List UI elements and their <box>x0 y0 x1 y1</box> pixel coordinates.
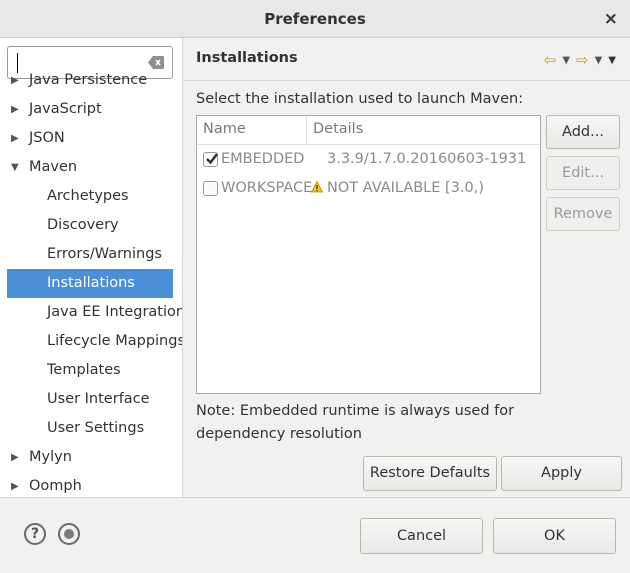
tree-item-label: JavaScript <box>29 101 102 117</box>
dialog-footer: ? Cancel OK <box>0 497 630 573</box>
chevron-right-icon[interactable]: ▶ <box>11 443 21 472</box>
tree-item-label: Discovery <box>47 217 119 233</box>
tree-item[interactable]: Installations <box>7 269 173 298</box>
warning-icon <box>311 181 323 193</box>
column-header-details[interactable]: Details <box>313 121 363 137</box>
table-row[interactable]: EMBEDDED 3.3.9/1.7.0.20160603-1931 <box>197 146 540 175</box>
chevron-right-icon[interactable]: ▶ <box>11 124 21 153</box>
remove-button[interactable]: Remove <box>546 197 620 231</box>
column-header-name[interactable]: Name <box>203 121 246 137</box>
installation-name: EMBEDDED <box>221 151 305 167</box>
installation-details: 3.3.9/1.7.0.20160603-1931 <box>327 151 527 167</box>
record-icon[interactable] <box>58 523 80 545</box>
row-checkbox[interactable] <box>203 152 218 167</box>
tree-item-label: User Settings <box>47 420 145 436</box>
edit-button[interactable]: Edit... <box>546 156 620 190</box>
title-bar: Preferences × <box>0 0 630 38</box>
apply-button[interactable]: Apply <box>501 456 622 491</box>
tree-item-label: Archetypes <box>47 188 129 204</box>
tree-item[interactable]: ▶ JSON <box>0 124 182 153</box>
chevron-down-icon[interactable]: ▼ <box>562 55 570 66</box>
tree-item[interactable]: ▶ Java Persistence <box>0 66 182 95</box>
tree-item[interactable]: User Settings <box>0 414 182 443</box>
table-header: Name Details <box>197 116 540 145</box>
check-icon <box>206 153 218 165</box>
chevron-right-icon[interactable]: ▶ <box>11 472 21 497</box>
installation-name: WORKSPACE <box>221 180 313 196</box>
preferences-tree-pane: ▶ Java Persistence ▶ JavaScript ▶ JSON ▼ Maven A… <box>0 38 183 497</box>
tree-item[interactable]: Errors/Warnings <box>0 240 182 269</box>
section-label: Select the installation used to launch M… <box>196 91 524 107</box>
arrow-right-icon[interactable]: ⇨ <box>576 51 589 69</box>
row-checkbox[interactable] <box>203 181 218 196</box>
installation-details: NOT AVAILABLE [3.0,) <box>327 180 485 196</box>
chevron-down-icon[interactable]: ▼ <box>11 153 21 182</box>
tree-item[interactable]: ▶ JavaScript <box>0 95 182 124</box>
preference-page: Installations ⇦ ▼ ⇨ ▼ ▼ Select the insta… <box>184 38 630 497</box>
tree-item-label: Lifecycle Mappings <box>47 333 183 349</box>
page-title: Installations <box>196 50 298 66</box>
installations-table: Name Details EMBEDDED 3.3.9/1.7.0.201606… <box>196 115 541 394</box>
tree-item-label: Errors/Warnings <box>47 246 162 262</box>
tree-item[interactable]: ▼ Maven <box>0 153 182 182</box>
window-title: Preferences <box>264 10 366 28</box>
chevron-down-icon[interactable]: ▼ <box>595 55 603 66</box>
restore-defaults-button[interactable]: Restore Defaults <box>363 456 497 491</box>
history-nav: ⇦ ▼ ⇨ ▼ ▼ <box>544 51 616 69</box>
tree-item-label: Mylyn <box>29 449 72 465</box>
tree-item-label: User Interface <box>47 391 150 407</box>
add-button[interactable]: Add... <box>546 115 620 149</box>
chevron-right-icon[interactable]: ▶ <box>11 66 21 95</box>
help-icon[interactable]: ? <box>24 523 46 545</box>
tree-item-label: Java Persistence <box>29 72 148 88</box>
tree-item[interactable]: ▶ Oomph <box>0 472 182 497</box>
tree-item[interactable]: Archetypes <box>0 182 182 211</box>
close-icon[interactable]: × <box>604 9 618 29</box>
tree-item[interactable]: Java EE Integration <box>0 298 183 327</box>
tree-item[interactable]: Templates <box>0 356 182 385</box>
arrow-left-icon[interactable]: ⇦ <box>544 51 557 69</box>
view-menu-icon[interactable]: ▼ <box>608 55 616 66</box>
embedded-note: Note: Embedded runtime is always used fo… <box>196 403 515 442</box>
column-divider[interactable] <box>306 116 307 145</box>
cancel-button[interactable]: Cancel <box>360 518 483 554</box>
tree-item[interactable]: Lifecycle Mappings <box>0 327 183 356</box>
tree-item[interactable]: User Interface <box>0 385 182 414</box>
tree-item-label: Java EE Integration <box>47 304 183 320</box>
page-header: Installations ⇦ ▼ ⇨ ▼ ▼ <box>184 38 630 81</box>
tree-item[interactable]: Discovery <box>0 211 182 240</box>
tree-item-label: Maven <box>29 159 78 175</box>
chevron-right-icon[interactable]: ▶ <box>11 95 21 124</box>
tree-item-label: Installations <box>47 275 135 291</box>
tree-item[interactable]: ▶ Mylyn <box>0 443 182 472</box>
table-row[interactable]: WORKSPACE NOT AVAILABLE [3.0,) <box>197 175 540 204</box>
tree-item-label: Oomph <box>29 478 82 494</box>
tree-item-label: JSON <box>29 130 65 146</box>
ok-button[interactable]: OK <box>493 518 616 554</box>
tree-item-label: Templates <box>47 362 121 378</box>
